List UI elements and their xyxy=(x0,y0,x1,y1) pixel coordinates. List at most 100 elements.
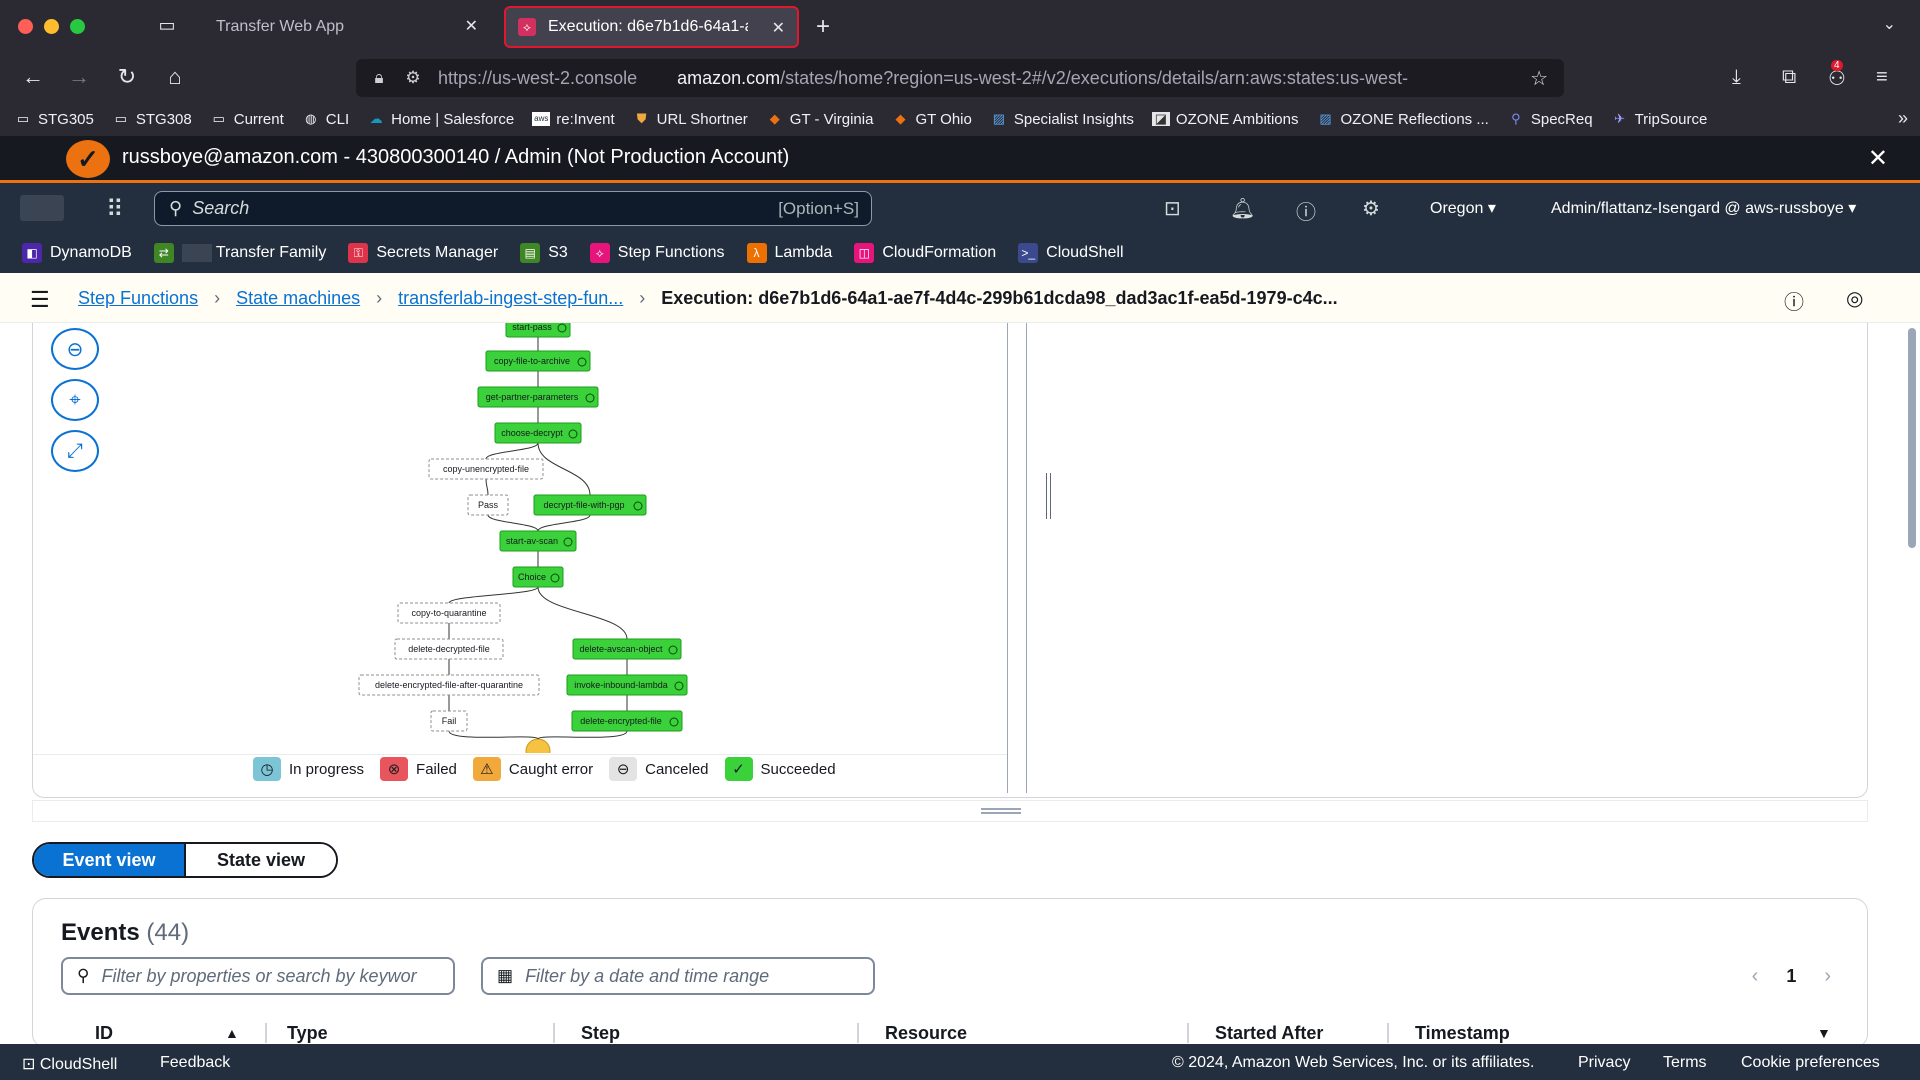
forward-icon[interactable]: → xyxy=(64,64,94,90)
graph-node-delete-decrypted-file[interactable]: delete-decrypted-file xyxy=(394,638,504,660)
favorite-step-functions[interactable]: ⟡ Step Functions xyxy=(589,243,725,263)
footer-feedback-link[interactable]: Feedback xyxy=(160,1054,230,1072)
favorite-s3[interactable]: ▤ S3 xyxy=(520,243,568,263)
bookmark-star-icon[interactable]: ☆ xyxy=(1530,66,1548,91)
zoom-out-icon[interactable]: ⊖ xyxy=(51,328,99,370)
column-divider[interactable] xyxy=(265,1023,267,1043)
graph-node-pass[interactable]: Pass xyxy=(467,494,509,516)
breadcrumb-step-functions[interactable]: Step Functions xyxy=(78,288,198,309)
graph-node-copy-unencrypted-file[interactable]: copy-unencrypted-file xyxy=(428,458,544,480)
bookmark-item[interactable]: ⚲ SpecReq xyxy=(1507,111,1592,128)
favorite-cloudshell[interactable]: >_ CloudShell xyxy=(1018,243,1124,263)
help-icon[interactable]: ⓘ xyxy=(1296,196,1316,225)
breadcrumb-state-machine[interactable]: transferlab-ingest-step-fun... xyxy=(398,288,623,309)
sort-ascending-icon[interactable]: ▲ xyxy=(225,1015,239,1041)
previous-page-icon[interactable]: ‹ xyxy=(1752,965,1759,988)
bookmark-item[interactable]: ▭ STG308 xyxy=(112,111,192,128)
column-divider[interactable] xyxy=(1387,1023,1389,1043)
tab-execution[interactable]: ⟡ Execution: d6e7b1d6-64a1-ae7f ✕ xyxy=(504,6,799,48)
bookmark-item[interactable]: ◍ CLI xyxy=(302,111,349,128)
bookmark-item[interactable]: ▨ Specialist Insights xyxy=(990,111,1134,128)
column-started-after[interactable]: Started After xyxy=(1215,1015,1323,1044)
execution-graph[interactable]: start-pass copy-file-to-archive get-partne… xyxy=(33,323,1007,753)
account-menu[interactable]: Admin/flattanz-Isengard @ aws-russboye ▾ xyxy=(1551,198,1856,218)
sort-descending-icon[interactable]: ▼ xyxy=(1817,1015,1831,1041)
graph-canvas[interactable]: start-pass copy-file-to-archive get-partne… xyxy=(33,323,1007,753)
column-type[interactable]: Type xyxy=(287,1015,328,1044)
breadcrumb-state-machines[interactable]: State machines xyxy=(236,288,360,309)
date-range-filter[interactable]: ▦ Filter by a date and time range xyxy=(481,957,875,995)
side-nav-menu-icon[interactable]: ☰ xyxy=(30,287,50,313)
bookmark-item[interactable]: ◆ GT - Virginia xyxy=(766,111,874,128)
fit-to-screen-icon[interactable]: ⤢ xyxy=(51,430,99,472)
column-divider[interactable] xyxy=(553,1023,555,1043)
events-filter-input[interactable]: ⚲ Filter by properties or search by keyw… xyxy=(61,957,455,995)
url-text[interactable]: https://us-west-2.console amazon.com/stat… xyxy=(438,68,1478,89)
favorite-transfer-family[interactable]: ⇄ Transfer Family xyxy=(153,243,326,263)
graph-node-copy-to-quarantine[interactable]: copy-to-quarantine xyxy=(397,602,501,624)
close-tab-icon[interactable]: ✕ xyxy=(772,18,785,38)
graph-node-invoke-inbound-lambda[interactable]: invoke-inbound-lambda xyxy=(566,674,688,696)
reload-icon[interactable]: ↻ xyxy=(112,64,142,90)
column-resource[interactable]: Resource xyxy=(885,1015,967,1044)
state-view-button[interactable]: State view xyxy=(186,844,336,876)
address-bar[interactable]: 🔒︎ ⚙︎ https://us-west-2.console amazon.co… xyxy=(356,59,1564,97)
console-search-input[interactable]: ⚲ Search [Option+S] xyxy=(154,191,872,226)
chevron-down-icon[interactable]: ⌄ xyxy=(1883,14,1896,34)
site-permissions-icon[interactable]: ⚙︎ xyxy=(402,68,424,88)
event-view-button[interactable]: Event view xyxy=(34,844,186,876)
split-pane-handle[interactable] xyxy=(1046,473,1051,519)
graph-node-choice[interactable]: Choice xyxy=(512,566,564,588)
cloudshell-icon[interactable]: ⊡ xyxy=(1164,196,1181,221)
graph-node-delete-avscan-object[interactable]: delete-avscan-object xyxy=(572,638,682,660)
graph-node-start-av-scan[interactable]: start-av-scan xyxy=(499,530,577,552)
graph-node-delete-encrypted-file-after-quarantine[interactable]: delete-encrypted-file-after-quarantine xyxy=(358,674,540,696)
panel-resize-bar[interactable] xyxy=(32,800,1868,822)
settings-icon[interactable]: ◎ xyxy=(1846,286,1863,311)
tab-overview-icon[interactable]: ▭ xyxy=(155,15,179,37)
column-divider[interactable] xyxy=(857,1023,859,1043)
favorite-dynamodb[interactable]: ◧ DynamoDB xyxy=(22,243,132,263)
bookmark-item[interactable]: ⛊ URL Shortner xyxy=(633,111,748,128)
aws-logo[interactable] xyxy=(20,195,64,221)
bookmark-item[interactable]: ◆ GT Ohio xyxy=(891,111,971,128)
new-tab-icon[interactable]: + xyxy=(816,13,830,41)
info-icon[interactable]: ⓘ xyxy=(1784,286,1804,315)
footer-terms-link[interactable]: Terms xyxy=(1663,1054,1707,1072)
bookmark-item[interactable]: ▭ STG305 xyxy=(14,111,94,128)
graph-node-copy-file-to-archive[interactable]: copy-file-to-archive xyxy=(485,350,591,372)
more-bookmarks-icon[interactable]: » xyxy=(1898,108,1908,129)
extensions-icon[interactable]: ⧉ xyxy=(1782,66,1796,89)
graph-node-decrypt-file-with-pgp[interactable]: decrypt-file-with-pgp xyxy=(533,494,647,516)
column-divider[interactable] xyxy=(1187,1023,1189,1043)
region-selector[interactable]: Oregon ▾ xyxy=(1430,198,1496,218)
footer-cookie-link[interactable]: Cookie preferences xyxy=(1741,1054,1880,1072)
home-icon[interactable]: ⌂ xyxy=(160,64,190,90)
close-tab-icon[interactable]: ✕ xyxy=(465,16,478,36)
tab-transfer-web-app[interactable]: Transfer Web App ✕ xyxy=(198,6,490,48)
window-zoom-button[interactable] xyxy=(70,19,85,34)
end-state-node[interactable] xyxy=(525,738,551,753)
gear-icon[interactable]: ⚙ xyxy=(1362,196,1380,221)
split-pane-divider[interactable] xyxy=(1007,323,1027,793)
menu-icon[interactable]: ≡ xyxy=(1876,66,1888,89)
graph-node-start-pass[interactable]: start-pass xyxy=(505,323,571,338)
favorite-lambda[interactable]: λ Lambda xyxy=(746,243,832,263)
bookmark-item[interactable]: aws re:Invent xyxy=(532,111,615,128)
graph-node-get-partner-parameters[interactable]: get-partner-parameters xyxy=(477,386,599,408)
bookmark-item[interactable]: ☁ Home | Salesforce xyxy=(367,111,515,128)
footer-cloudshell-link[interactable]: ⊡ CloudShell xyxy=(22,1054,117,1074)
next-page-icon[interactable]: › xyxy=(1824,965,1831,988)
graph-node-delete-encrypted-file[interactable]: delete-encrypted-file xyxy=(571,710,683,732)
page-scrollbar[interactable] xyxy=(1908,328,1916,548)
close-icon[interactable]: ✕ xyxy=(1868,144,1888,173)
services-grid-icon[interactable]: ⠿ xyxy=(106,195,124,224)
window-close-button[interactable] xyxy=(18,19,33,34)
favorite-cloudformation[interactable]: ◫ CloudFormation xyxy=(854,243,996,263)
window-minimize-button[interactable] xyxy=(44,19,59,34)
bell-icon[interactable]: 🔔︎ xyxy=(1230,196,1255,221)
column-timestamp[interactable]: Timestamp xyxy=(1415,1015,1510,1044)
column-id[interactable]: ID xyxy=(95,1015,113,1044)
bookmark-item[interactable]: ▭ Current xyxy=(210,111,284,128)
bookmark-item[interactable]: ◪ OZONE Ambitions xyxy=(1151,111,1298,128)
